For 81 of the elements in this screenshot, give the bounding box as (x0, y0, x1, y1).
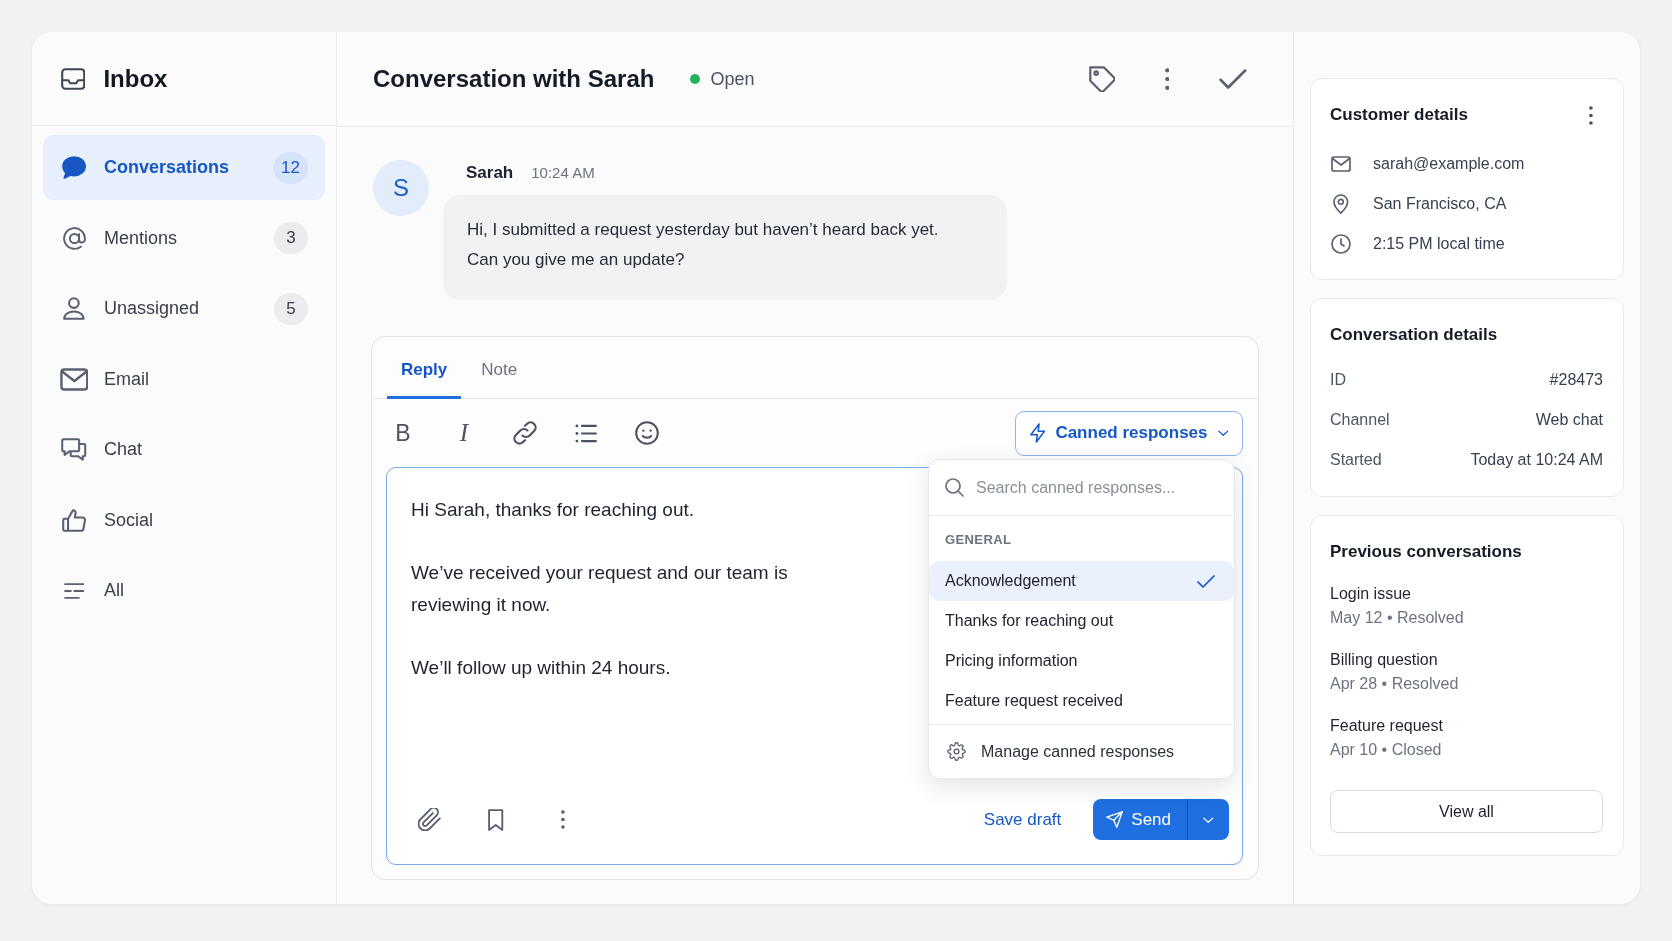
message-bubble: Hi, I submitted a request yesterday but haven’t heard back yet. Can you give me an update? (443, 195, 1007, 300)
conversation-meta: Apr 10 • Closed (1330, 740, 1442, 760)
send-button[interactable]: Send (1093, 799, 1187, 840)
detail-label: Started (1330, 451, 1382, 469)
check-icon[interactable] (1219, 69, 1247, 89)
detail-label: Channel (1330, 411, 1390, 429)
avatar: S (373, 160, 429, 216)
menu-item[interactable]: Pricing information (929, 641, 1234, 681)
composer-tab[interactable]: Note (467, 349, 532, 399)
previous-conversation-link[interactable]: Billing question (1330, 648, 1438, 672)
contact-detail: San Francisco, CA (1373, 195, 1507, 213)
sidebar-title: Inbox (103, 64, 168, 93)
bookmark-icon[interactable] (488, 808, 504, 831)
status-dot-icon (690, 74, 701, 84)
unread-count: 5 (274, 292, 308, 325)
card-title: Previous conversations (1330, 542, 1522, 562)
lightning-icon (1029, 423, 1046, 443)
sidebar-item[interactable]: Conversations 12 (43, 135, 325, 200)
manage-responses-item[interactable]: Manage canned responses (929, 724, 1234, 778)
conversation-meta: May 12 • Resolved (1330, 608, 1464, 628)
canned-search-field[interactable]: Search canned responses... (976, 475, 1218, 500)
reply-text: Hi Sarah, thanks for reaching out. We’ve received your request and our team is reviewing it now. We’ll follow up within 24 hours. (411, 498, 788, 680)
gear-icon (947, 742, 966, 761)
unread-count: 12 (273, 151, 308, 184)
more-vertical-icon[interactable] (1589, 105, 1593, 125)
sidebar-item[interactable]: All (43, 558, 325, 623)
message-time: 10:24 AM (531, 164, 595, 181)
detail-value: Web chat (1535, 411, 1603, 429)
smiley-icon[interactable] (635, 421, 659, 445)
more-vertical-icon[interactable] (1164, 68, 1170, 90)
tag-icon[interactable] (1088, 66, 1115, 92)
search-icon (945, 478, 964, 497)
inbox-icon (61, 67, 86, 90)
conversation-title: Conversation with Sarah (373, 65, 655, 93)
contact-detail: 2:15 PM local time (1373, 235, 1505, 253)
menu-section-label: GENERAL (944, 531, 1013, 549)
at-sign-icon (62, 226, 86, 250)
unread-count: 3 (274, 222, 308, 254)
menu-item[interactable]: Acknowledgement (929, 561, 1234, 601)
view-all-button[interactable]: View all (1330, 790, 1603, 833)
person-icon (63, 297, 85, 320)
previous-conversation-link[interactable]: Login issue (1330, 582, 1411, 606)
canned-responses-button[interactable]: Canned responses (1014, 410, 1243, 456)
more-vertical-icon[interactable] (561, 810, 565, 829)
map-pin-icon (1333, 194, 1349, 214)
card-title: Conversation details (1330, 325, 1498, 345)
save-draft-button[interactable]: Save draft (983, 809, 1062, 830)
lines-icon (63, 582, 85, 599)
envelope-icon (59, 367, 89, 391)
italic-button[interactable]: I (446, 415, 482, 451)
sidebar-item[interactable]: Email (43, 346, 325, 412)
chat-bubbles-icon (61, 438, 87, 461)
conversation-meta: Apr 28 • Resolved (1330, 674, 1459, 694)
paper-plane-icon (1106, 811, 1124, 828)
contact-detail: sarah@example.com (1373, 155, 1525, 173)
chevron-down-icon (1217, 430, 1228, 436)
bold-button[interactable]: B (385, 415, 421, 451)
paperclip-icon[interactable] (417, 808, 441, 831)
detail-value: Today at 10:24 AM (1470, 451, 1603, 469)
chevron-down-icon (1203, 816, 1214, 823)
detail-label: ID (1330, 371, 1346, 389)
message-author: Sarah (466, 163, 514, 183)
thumbs-up-icon (61, 508, 87, 532)
bulleted-list-icon[interactable] (574, 423, 598, 443)
sidebar-item[interactable]: Chat (43, 417, 325, 482)
envelope-icon (1331, 156, 1351, 172)
status-label: Open (710, 68, 755, 90)
sidebar-item[interactable]: Social (43, 487, 325, 553)
chat-bubble-icon (61, 156, 87, 179)
send-options-button[interactable] (1187, 799, 1229, 840)
link-icon[interactable] (513, 421, 537, 445)
composer-tab[interactable]: Reply (387, 349, 462, 399)
sidebar-item[interactable]: Mentions 3 (43, 205, 325, 271)
sidebar-item[interactable]: Unassigned 5 (43, 276, 325, 341)
clock-icon (1331, 234, 1351, 254)
menu-item[interactable]: Feature request received (929, 681, 1234, 721)
check-icon (1197, 574, 1215, 588)
card-title: Customer details (1330, 105, 1468, 125)
menu-item[interactable]: Thanks for reaching out (929, 601, 1234, 641)
detail-value: #28473 (1549, 371, 1603, 389)
previous-conversation-link[interactable]: Feature request (1330, 714, 1443, 738)
